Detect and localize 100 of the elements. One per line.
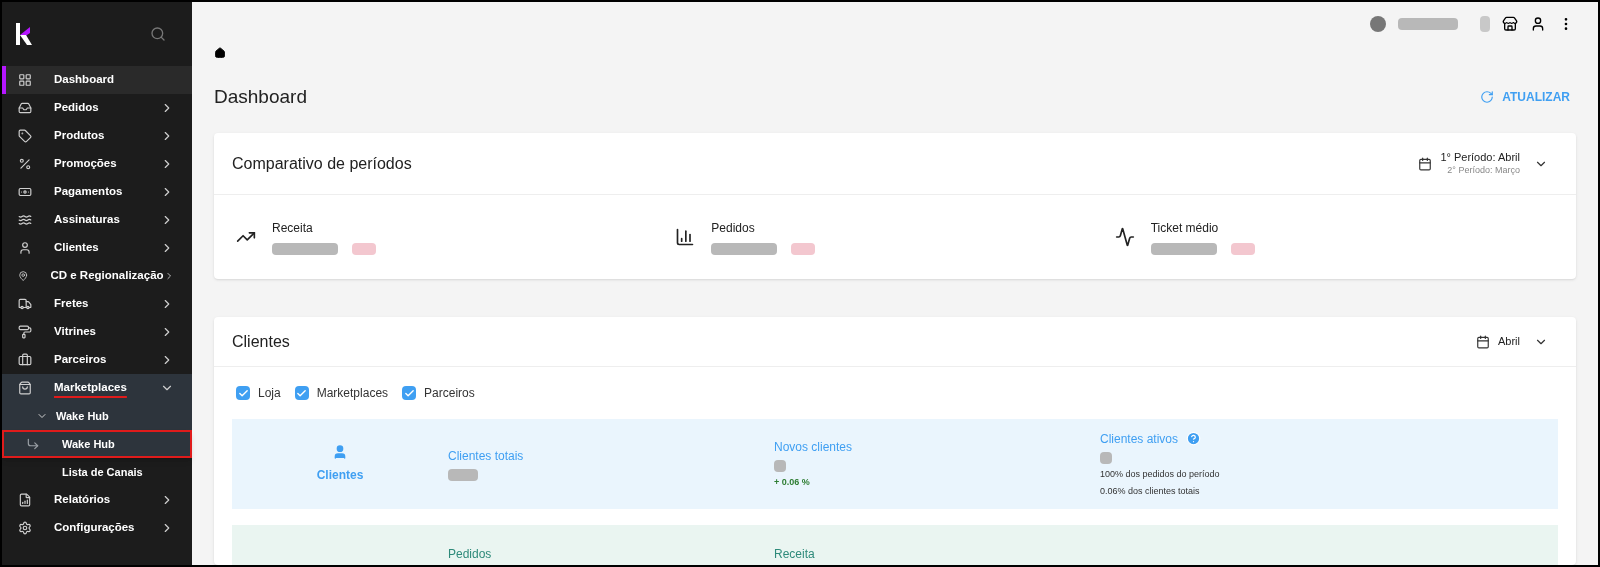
inbox-icon [18, 101, 32, 115]
sidebar-item-label: Dashboard [54, 72, 116, 88]
person-icon [332, 444, 348, 460]
sidebar-item-label: Pedidos [54, 100, 100, 116]
sidebar-item-label: Assinaturas [54, 212, 121, 228]
metric-label: Pedidos [711, 220, 756, 237]
dashboard-icon [18, 73, 32, 87]
metric-label: Ticket médio [1150, 220, 1220, 237]
redacted-block [352, 243, 376, 255]
sidebar-item-label: Fretes [54, 296, 90, 312]
check-icon [403, 387, 415, 399]
sidebar-item-label: Pagamentos [54, 184, 124, 200]
sidebar-item[interactable]: Clientes [2, 234, 192, 262]
search-icon[interactable] [150, 26, 166, 42]
redacted-block [1230, 243, 1255, 255]
redacted-block [448, 469, 478, 481]
checkbox-label: Marketplaces [316, 385, 389, 402]
banknote-icon [18, 185, 32, 199]
checkbox[interactable] [236, 386, 250, 400]
redacted-block [1398, 18, 1458, 31]
logo-icon [16, 23, 32, 45]
stat-label: Novos clientes [774, 439, 853, 457]
user-icon[interactable] [1530, 16, 1546, 33]
card-title: Clientes [232, 331, 290, 352]
sidebar-item-label: Configurações [54, 520, 136, 536]
checkbox[interactable] [294, 386, 309, 400]
sidebar-subitem[interactable]: Wake Hub [2, 430, 192, 458]
sidebar-item[interactable]: Configurações [2, 514, 192, 542]
sidebar-item-label: CD e Regionalização [50, 268, 164, 284]
panel-label: Clientes [316, 467, 364, 484]
avatar[interactable] [1370, 16, 1386, 33]
period-primary: 1° Período: Abril [1440, 151, 1520, 165]
redacted-block [1150, 243, 1217, 255]
checkbox[interactable] [402, 386, 417, 400]
line-chart-icon [1114, 227, 1135, 247]
period-selector[interactable]: 1° Período: Abril 2° Período: Março [1418, 151, 1548, 176]
paint-roller-icon [18, 325, 32, 339]
sidebar-item-label: Relatórios [54, 492, 112, 508]
sidebar-subitem-label: Wake Hub [56, 408, 109, 424]
corner-arrow-icon [26, 437, 40, 451]
calendar-icon [1476, 334, 1490, 349]
checkbox-label: Parceiros [424, 385, 475, 402]
tag-icon [18, 129, 32, 143]
sidebar-subitem[interactable]: Lista de Canais [2, 458, 192, 486]
sidebar-item-label: Marketplaces [54, 380, 128, 396]
sidebar-item-label: Clientes [54, 240, 100, 256]
stat-note: 0.06% dos clientes totais [1100, 485, 1201, 498]
stat-label: Clientes totais [448, 448, 524, 465]
sidebar-item-label: Produtos [54, 128, 106, 144]
sidebar-item[interactable]: CD e Regionalização [2, 262, 192, 290]
redacted-block [272, 243, 338, 255]
sidebar-item[interactable]: Relatórios [2, 486, 192, 514]
metric-label: Receita [272, 220, 314, 237]
sidebar-item[interactable]: Pedidos [2, 94, 192, 122]
sidebar-item[interactable]: Assinaturas [2, 206, 192, 234]
map-pin-icon [18, 269, 29, 283]
percent-icon [18, 157, 32, 171]
sidebar-item[interactable]: Vitrines [2, 318, 192, 346]
redacted-block [711, 243, 778, 255]
redacted-block [1100, 451, 1112, 464]
sidebar-item[interactable]: Fretes [2, 290, 192, 318]
home-icon[interactable] [214, 46, 226, 59]
period-selector[interactable]: Abril [1476, 333, 1548, 350]
redacted-block [791, 243, 816, 255]
page-title: Dashboard [214, 84, 307, 109]
settings-icon [18, 521, 32, 535]
sidebar-item-label: Promoções [54, 156, 118, 172]
briefcase-icon [18, 353, 32, 367]
sidebar-item[interactable]: Pagamentos [2, 178, 192, 206]
sidebar-item-label: Parceiros [54, 352, 108, 368]
stat-label: Clientes ativos [1100, 430, 1179, 448]
calendar-icon [1418, 156, 1433, 171]
redacted-block [774, 460, 786, 473]
sidebar-subitem[interactable]: Wake Hub [2, 402, 192, 430]
check-icon [237, 387, 249, 399]
refresh-icon [1480, 89, 1495, 104]
truck-icon [18, 297, 32, 311]
checkbox-label: Loja [258, 385, 281, 402]
sidebar-item[interactable]: Dashboard [2, 66, 192, 94]
check-icon [296, 387, 308, 399]
stat-label: Receita [774, 546, 816, 563]
bar-chart-icon [675, 227, 696, 247]
sidebar-item[interactable]: Produtos [2, 122, 192, 150]
sidebar-item[interactable]: Promoções [2, 150, 192, 178]
report-icon [18, 493, 32, 507]
waves-icon [18, 213, 32, 227]
card-title: Comparativo de períodos [232, 153, 412, 174]
sidebar-item[interactable]: Marketplaces [2, 374, 192, 402]
period-secondary: 2° Período: Março [1447, 164, 1520, 176]
store-icon[interactable] [1502, 16, 1518, 33]
stat-change: + 0.06 % [774, 476, 811, 490]
shopping-bag-icon [18, 381, 32, 395]
sidebar-item-label: Vitrines [54, 324, 97, 340]
help-icon[interactable] [1186, 431, 1202, 446]
stat-label: Pedidos [448, 546, 493, 563]
sidebar-subitem-label: Wake Hub [62, 436, 115, 452]
user-icon [18, 241, 32, 255]
sidebar-subitem-label: Lista de Canais [62, 464, 143, 480]
stat-note: 100% dos pedidos do período [1100, 467, 1221, 481]
sidebar-item[interactable]: Parceiros [2, 346, 192, 374]
